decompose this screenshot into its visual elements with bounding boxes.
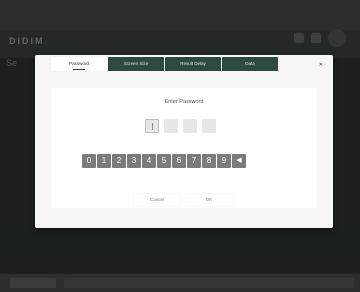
app-side-label: Se [6,58,18,68]
cancel-button[interactable]: Cancel [134,194,180,206]
key-6[interactable]: 6 [172,154,186,168]
password-digit-box[interactable] [164,119,178,133]
tab-data[interactable]: Data [222,57,278,71]
key-7[interactable]: 7 [187,154,201,168]
toolbar-icon [311,33,321,43]
key-3[interactable]: 3 [127,154,141,168]
password-panel: Enter Password [51,88,317,208]
footer-button [10,278,56,288]
footer-bar [64,278,354,288]
backspace-icon[interactable]: ◀ [232,154,246,168]
key-4[interactable]: 4 [142,154,156,168]
toolbar-icon [294,33,304,43]
numeric-keypad: 0 1 2 3 4 5 6 7 8 9 ◀ [82,154,247,168]
tab-result-delay[interactable]: Result Delay [165,57,221,71]
app-content-row [0,230,360,258]
password-digit-boxes [145,119,221,133]
key-5[interactable]: 5 [157,154,171,168]
text-cursor [151,123,153,130]
password-digit-box[interactable] [202,119,216,133]
app-toolbar-icons [294,29,346,47]
ok-button[interactable]: OK [186,194,232,206]
profile-icon [328,29,346,47]
password-digit-box[interactable] [183,119,197,133]
tab-password[interactable]: Password [51,57,107,71]
key-0[interactable]: 0 [82,154,96,168]
key-1[interactable]: 1 [97,154,111,168]
password-dialog: Password Screen Size Result Delay Data ✕… [35,55,333,228]
app-header [0,0,360,30]
brand-logo: DIDIM [9,36,45,46]
password-digit-box[interactable] [145,119,159,133]
dialog-tabs: Password Screen Size Result Delay Data [51,57,279,71]
enter-password-prompt: Enter Password [164,99,204,105]
key-9[interactable]: 9 [217,154,231,168]
close-icon[interactable]: ✕ [318,62,324,68]
key-8[interactable]: 8 [202,154,216,168]
tab-screen-size[interactable]: Screen Size [108,57,164,71]
key-2[interactable]: 2 [112,154,126,168]
